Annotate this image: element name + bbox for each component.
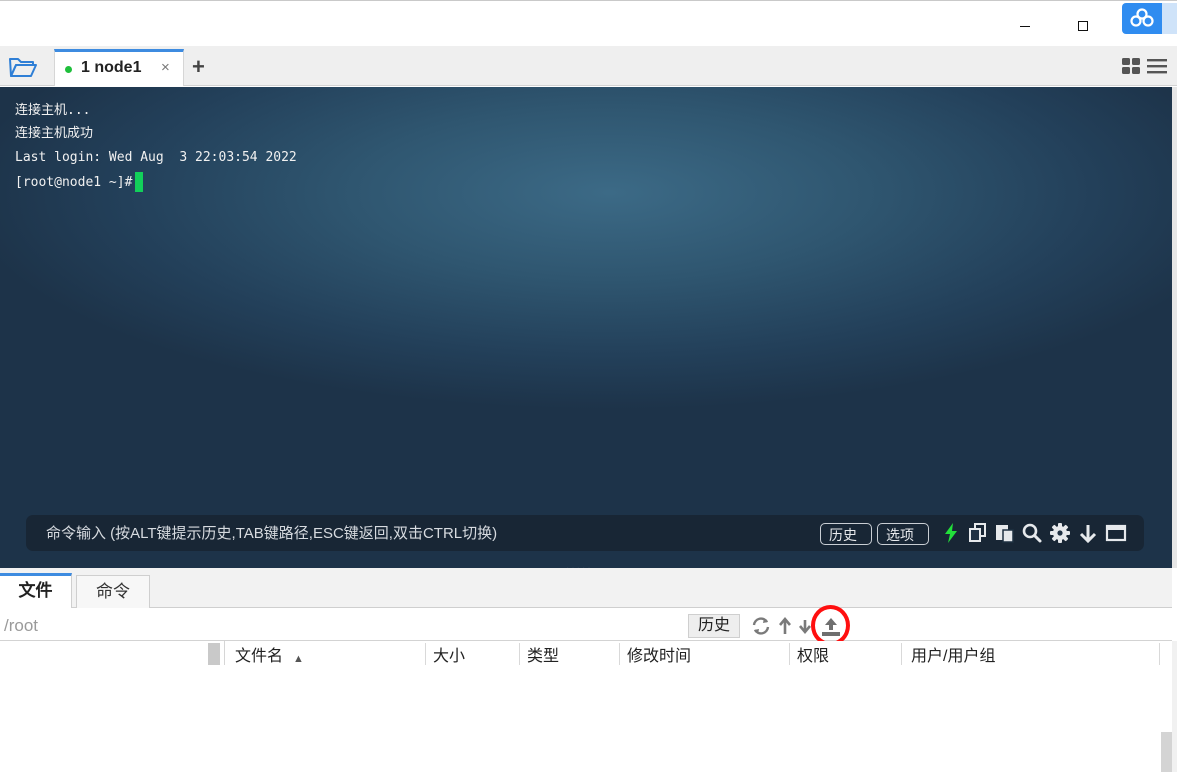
- highlight-annotation: [811, 605, 850, 646]
- terminal-cursor: [135, 172, 143, 192]
- lower-tab-bar: [0, 568, 1172, 608]
- path-input[interactable]: /root: [4, 616, 38, 636]
- add-tab-button[interactable]: +: [192, 54, 205, 80]
- column-owner[interactable]: 用户/用户组: [911, 647, 995, 665]
- tab-files[interactable]: 文件: [0, 573, 72, 608]
- command-options-button[interactable]: 选项: [877, 523, 929, 545]
- tab-node1[interactable]: 1 node1 ×: [54, 49, 184, 86]
- file-list-header: 文件名 ▲ 大小 类型 修改时间 权限 用户/用户组: [224, 641, 1172, 665]
- gear-icon[interactable]: [1049, 522, 1071, 544]
- column-divider[interactable]: [519, 643, 520, 665]
- window-edge: [1172, 641, 1177, 772]
- arrow-up-icon[interactable]: [775, 614, 797, 638]
- terminal-line: 连接主机成功: [15, 126, 94, 141]
- column-divider[interactable]: [901, 643, 902, 665]
- minimize-icon[interactable]: [1013, 14, 1037, 38]
- column-divider[interactable]: [425, 643, 426, 665]
- hamburger-menu-icon[interactable]: [1147, 57, 1167, 75]
- directory-tree[interactable]: [0, 641, 218, 772]
- window-icon[interactable]: [1105, 522, 1127, 544]
- arrow-down-icon[interactable]: [1077, 522, 1099, 544]
- command-history-button[interactable]: 历史: [820, 523, 872, 545]
- folder-open-icon[interactable]: [8, 56, 42, 80]
- connection-status-dot: [65, 66, 72, 73]
- tab-label: 1 node1: [81, 59, 142, 76]
- maximize-icon[interactable]: [1072, 14, 1096, 38]
- column-filename[interactable]: 文件名: [235, 647, 283, 665]
- column-permissions[interactable]: 权限: [797, 647, 829, 665]
- search-icon[interactable]: [1021, 522, 1043, 544]
- sort-ascending-icon: ▲: [293, 653, 304, 665]
- grid-layout-icon[interactable]: [1121, 57, 1141, 75]
- terminal-prompt: [root@node1 ~]#: [15, 175, 133, 190]
- column-type[interactable]: 类型: [527, 647, 559, 665]
- column-divider[interactable]: [1159, 643, 1160, 665]
- column-divider[interactable]: [789, 643, 790, 665]
- terminal-line: 连接主机...: [15, 103, 91, 118]
- command-input-bar[interactable]: 命令输入 (按ALT键提示历史,TAB键路径,ESC键返回,双击CTRL切换) …: [26, 515, 1144, 551]
- terminal-line: Last login: Wed Aug 3 22:03:54 2022: [15, 150, 297, 165]
- title-bar: [0, 0, 1177, 46]
- column-divider[interactable]: [619, 643, 620, 665]
- close-icon[interactable]: ×: [161, 58, 170, 78]
- file-list-scrollbar[interactable]: [1161, 732, 1172, 772]
- path-history-button[interactable]: 历史: [688, 614, 740, 638]
- refresh-icon[interactable]: [750, 614, 772, 638]
- paste-icon[interactable]: [994, 522, 1016, 544]
- cloud-sync-icon[interactable]: [1122, 3, 1162, 34]
- path-bar: /root: [0, 608, 1172, 641]
- tree-scrollbar[interactable]: [208, 643, 220, 665]
- cloud-panel-edge: [1162, 3, 1177, 34]
- lightning-icon[interactable]: [940, 522, 962, 544]
- terminal-scrollbar[interactable]: [1172, 87, 1177, 568]
- column-size[interactable]: 大小: [433, 647, 465, 665]
- column-modified[interactable]: 修改时间: [627, 647, 691, 665]
- tab-commands[interactable]: 命令: [76, 575, 150, 608]
- command-input-placeholder[interactable]: 命令输入 (按ALT键提示历史,TAB键路径,ESC键返回,双击CTRL切换): [46, 525, 497, 543]
- copy-icon[interactable]: [967, 522, 989, 544]
